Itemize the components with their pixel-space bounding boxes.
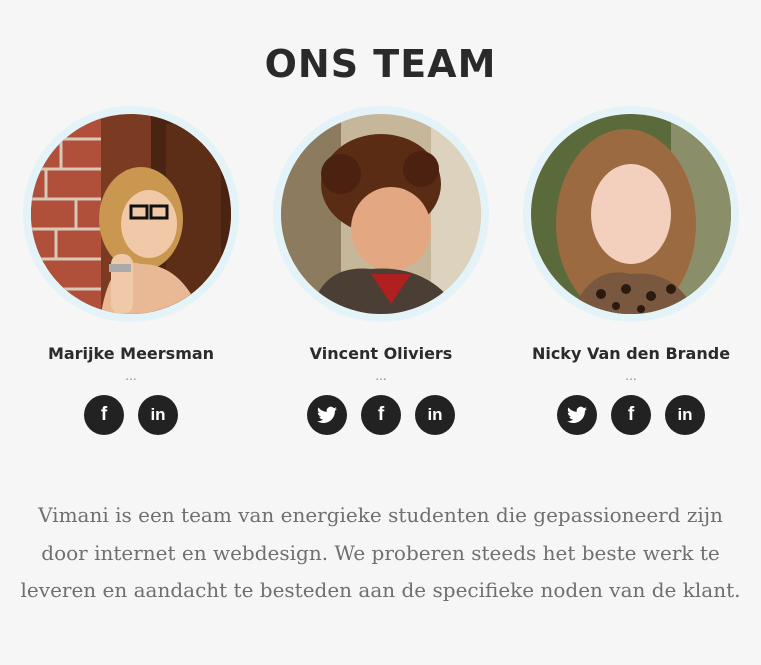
avatar-photo xyxy=(281,114,481,314)
member-name: Vincent Oliviers xyxy=(309,344,453,363)
member-role: ... xyxy=(375,369,387,383)
twitter-icon[interactable] xyxy=(557,395,597,435)
team-description: Vimani is een team van energieke student… xyxy=(20,503,741,602)
social-links: f in xyxy=(21,395,241,435)
member-role: ... xyxy=(125,369,137,383)
member-role: ... xyxy=(625,369,637,383)
linkedin-icon[interactable]: in xyxy=(665,395,705,435)
avatar-ring xyxy=(23,106,239,322)
team-member-vincent: Vincent Oliviers ... f in xyxy=(271,106,491,435)
social-links: f in xyxy=(271,395,491,435)
team-member-marijke: Marijke Meersman ... f in xyxy=(21,106,241,435)
social-links: f in xyxy=(521,395,741,435)
avatar-photo xyxy=(531,114,731,314)
facebook-icon[interactable]: f xyxy=(84,395,124,435)
facebook-icon[interactable]: f xyxy=(361,395,401,435)
avatar-photo xyxy=(31,114,231,314)
team-member-nicky: Nicky Van den Brande ... f in xyxy=(521,106,741,435)
twitter-icon[interactable] xyxy=(307,395,347,435)
linkedin-icon[interactable]: in xyxy=(138,395,178,435)
linkedin-icon[interactable]: in xyxy=(415,395,455,435)
avatar-ring xyxy=(273,106,489,322)
member-name: Nicky Van den Brande xyxy=(531,344,731,363)
section-title: ONS TEAM xyxy=(264,42,497,86)
member-name: Marijke Meersman xyxy=(47,344,215,363)
avatar-ring xyxy=(523,106,739,322)
facebook-icon[interactable]: f xyxy=(611,395,651,435)
